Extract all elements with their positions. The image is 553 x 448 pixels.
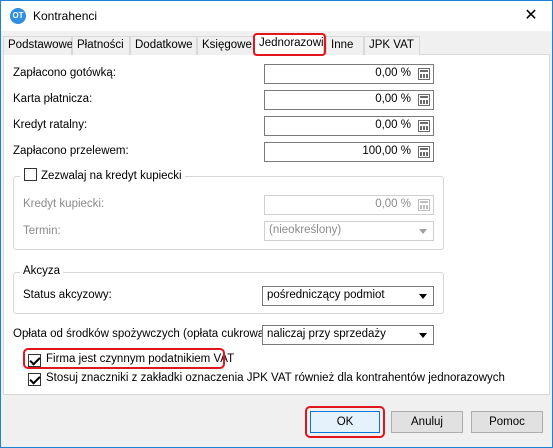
vat-active-label: Firma jest czynnym podatnikiem VAT xyxy=(46,353,235,365)
tab-jpk-vat[interactable]: JPK VAT xyxy=(364,36,420,55)
card-percent-field[interactable]: 0,00 % xyxy=(264,90,434,110)
calculator-icon[interactable] xyxy=(418,146,430,158)
merchant-credit-checkbox-label: Zezwalaj na kredyt kupiecki xyxy=(41,170,182,182)
jpk-marks-label: Stosuj znaczniki z zakładki oznaczenia J… xyxy=(46,372,505,384)
chevron-down-icon xyxy=(419,333,427,338)
installment-percent-field[interactable]: 0,00 % xyxy=(264,116,434,136)
tab-jednorazowi[interactable]: Jednorazowi xyxy=(254,34,324,56)
calculator-icon[interactable] xyxy=(418,120,430,132)
tab-ksiegowe[interactable]: Księgowe xyxy=(197,36,254,55)
excise-status-value: pośredniczący podmiot xyxy=(267,289,385,301)
credit-label: Kredyt kupiecki: xyxy=(23,198,105,210)
installment-percent-value: 0,00 % xyxy=(375,119,411,131)
vat-active-checkbox[interactable] xyxy=(28,354,41,367)
term-dropdown[interactable]: (nieokreślony) xyxy=(264,221,434,241)
credit-percent-value: 0,00 % xyxy=(375,198,411,210)
help-button[interactable]: Pomoc xyxy=(471,411,543,433)
card-percent-value: 0,00 % xyxy=(375,93,411,105)
chevron-down-icon xyxy=(419,294,427,299)
calculator-icon[interactable] xyxy=(418,68,430,80)
chevron-down-icon xyxy=(419,229,427,234)
excise-group-title: Akcyza xyxy=(20,265,64,277)
transfer-percent-value: 100,00 % xyxy=(362,145,411,157)
transfer-percent-field[interactable]: 100,00 % xyxy=(264,142,434,162)
merchant-credit-group-title: Zezwalaj na kredyt kupiecki xyxy=(20,168,185,182)
installment-label: Kredyt ratalny: xyxy=(13,119,88,131)
window-title: Kontrahenci xyxy=(33,9,98,23)
sugar-fee-value: naliczaj przy sprzedaży xyxy=(267,328,386,340)
close-icon[interactable]: ✕ xyxy=(520,5,542,27)
dialog-window: OT Kontrahenci ✕ Podstawowe Płatności Do… xyxy=(0,0,553,448)
merchant-credit-checkbox[interactable] xyxy=(24,168,37,181)
calculator-icon[interactable] xyxy=(418,199,430,211)
excise-status-dropdown[interactable]: pośredniczący podmiot xyxy=(262,286,434,306)
tab-panel-jednorazowi: Zapłacono gotówką: 0,00 % Karta płatnicz… xyxy=(3,55,550,395)
excise-status-label: Status akcyzowy: xyxy=(23,289,112,301)
tab-strip: Podstawowe Płatności Dodatkowe Księgowe … xyxy=(3,33,550,56)
tab-podstawowe[interactable]: Podstawowe xyxy=(3,36,73,55)
app-logo-icon: OT xyxy=(10,8,26,24)
tab-dodatkowe[interactable]: Dodatkowe xyxy=(130,36,197,55)
cancel-button[interactable]: Anuluj xyxy=(391,411,463,433)
term-value: (nieokreślony) xyxy=(269,224,342,236)
cash-label: Zapłacono gotówką: xyxy=(13,67,116,79)
sugar-fee-label: Opłata od środków spożywczych (opłata cu… xyxy=(13,328,272,340)
cash-percent-value: 0,00 % xyxy=(375,67,411,79)
jpk-marks-checkbox[interactable] xyxy=(28,373,41,386)
card-label: Karta płatnicza: xyxy=(13,93,93,105)
tab-inne[interactable]: Inne xyxy=(326,36,364,55)
transfer-label: Zapłacono przelewem: xyxy=(13,145,129,157)
ok-button[interactable]: OK xyxy=(310,411,380,433)
calculator-icon[interactable] xyxy=(418,94,430,106)
tab-platnosci[interactable]: Płatności xyxy=(72,36,130,55)
sugar-fee-dropdown[interactable]: naliczaj przy sprzedaży xyxy=(262,325,434,345)
cash-percent-field[interactable]: 0,00 % xyxy=(264,64,434,84)
credit-percent-field[interactable]: 0,00 % xyxy=(264,195,434,215)
term-label: Termin: xyxy=(23,225,61,237)
title-bar: OT Kontrahenci ✕ xyxy=(1,1,552,31)
